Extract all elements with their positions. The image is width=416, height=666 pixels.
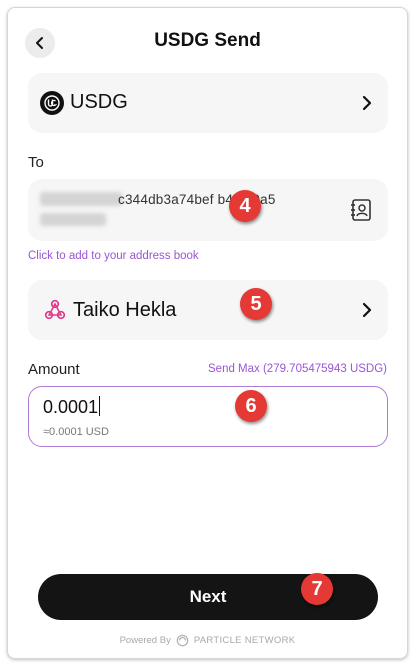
step-badge-6: 6 [235,390,267,422]
send-panel: USDG Send USDG To c344db3a74bef b4dfa9a5 [7,7,408,659]
step-badge-5: 5 [240,288,272,320]
text-caret [99,396,101,416]
amount-usd-value: ≈0.0001 USD [43,426,109,438]
add-to-address-book-link[interactable]: Click to add to your address book [28,250,199,262]
amount-text: 0.0001 [43,397,99,417]
token-symbol: USDG [70,91,128,113]
header: USDG Send [8,8,407,74]
powered-by-text: Powered By [119,635,171,646]
page-title: USDG Send [154,30,261,51]
contact-card-icon[interactable] [350,198,372,222]
particle-logo-icon [176,634,189,647]
step-badge-4: 4 [229,190,261,222]
powered-by-brand: PARTICLE NETWORK [193,635,296,646]
recipient-label: To [28,154,44,171]
powered-by-footer: Powered By PARTICLE NETWORK [8,634,407,647]
address-redacted-line2 [40,213,106,226]
send-max-link[interactable]: Send Max (279.705475943 USDG) [208,363,387,375]
taiko-logo-icon [44,299,66,320]
token-selector[interactable]: USDG [28,73,388,133]
network-selector[interactable]: Taiko Hekla [28,280,388,340]
chevron-right-icon [362,302,372,318]
amount-label: Amount [28,361,80,378]
chevron-right-icon [362,95,372,111]
usdg-logo-icon [40,91,64,115]
step-badge-7: 7 [301,573,333,605]
address-redacted [40,192,122,206]
recipient-address-field[interactable]: c344db3a74bef b4dfa9a5 [28,179,388,241]
amount-input[interactable]: 0.0001 ≈0.0001 USD [28,386,388,447]
network-name: Taiko Hekla [73,299,177,321]
amount-input-value[interactable]: 0.0001 [43,396,101,418]
